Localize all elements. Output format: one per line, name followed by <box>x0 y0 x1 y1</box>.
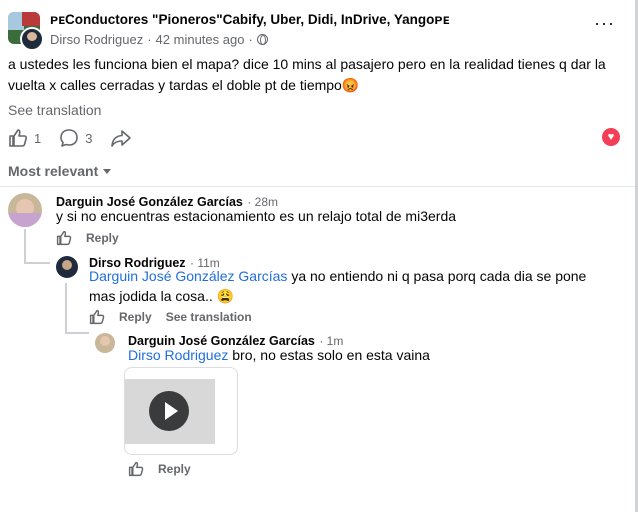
meta-separator: · <box>248 32 253 47</box>
comment-text: Darguin José González Garcías ya no enti… <box>89 266 609 286</box>
like-icon[interactable] <box>89 309 105 325</box>
author-name[interactable]: Dirso Rodriguez <box>50 32 143 47</box>
post-meta: Dirso Rodriguez · 42 minutes ago · <box>50 32 268 47</box>
share-icon <box>111 130 132 147</box>
video-attachment[interactable] <box>124 367 238 455</box>
see-translation-link[interactable]: See translation <box>166 310 252 324</box>
like-button[interactable]: 1 <box>8 128 41 148</box>
comment-button[interactable]: 3 <box>59 128 92 148</box>
mention-link[interactable]: Darguin José González Garcías <box>89 268 287 284</box>
post-text: a ustedes les funciona bien el mapa? dic… <box>8 56 606 93</box>
play-icon[interactable] <box>149 391 189 431</box>
comment-text-line: mas jodida la cosa.. 😩 <box>89 288 235 304</box>
see-translation-link[interactable]: See translation <box>8 102 101 118</box>
reply-button[interactable]: Reply <box>158 462 191 476</box>
thread-line <box>65 283 67 333</box>
like-icon <box>9 129 27 147</box>
reply-button[interactable]: Reply <box>119 310 152 324</box>
commenter-avatar[interactable] <box>8 193 42 227</box>
comment-text-part: ya no entiendo ni q pasa porq cada dia s… <box>287 268 587 284</box>
group-name[interactable]: ᴘᴇConductores "Pioneros"Cabify, Uber, Di… <box>50 12 449 27</box>
chevron-down-icon <box>103 168 112 174</box>
author-avatar[interactable] <box>20 27 44 51</box>
like-icon[interactable] <box>56 230 72 246</box>
comment-actions: Reply See translation <box>89 309 252 325</box>
comment-text: Dirso Rodriguez bro, no estas solo en es… <box>128 345 430 365</box>
more-options-button[interactable]: ··· <box>594 14 615 32</box>
share-button[interactable] <box>110 128 132 148</box>
thread-line <box>24 262 50 264</box>
reply-button[interactable]: Reply <box>86 231 119 245</box>
comment-text: y si no encuentras estacionamiento es un… <box>56 208 457 224</box>
comment-actions: Reply <box>56 230 119 246</box>
commenter-avatar[interactable] <box>56 256 78 278</box>
comment-text-part: bro, no estas solo en esta vaina <box>228 347 430 363</box>
mention-link[interactable]: Dirso Rodriguez <box>128 347 228 363</box>
post-actions: 1 3 <box>8 128 150 148</box>
comment-icon <box>60 129 79 147</box>
sort-label: Most relevant <box>8 163 99 179</box>
video-thumbnail <box>125 379 215 444</box>
comment-count: 3 <box>85 130 93 146</box>
meta-separator: · <box>147 32 152 47</box>
commenter-avatar[interactable] <box>95 333 115 353</box>
sort-dropdown[interactable]: Most relevant <box>8 163 112 179</box>
comment-actions: Reply <box>128 461 191 477</box>
globe-icon <box>256 34 268 45</box>
love-reaction-icon[interactable]: ♥ <box>602 128 620 146</box>
divider <box>0 186 635 187</box>
post-time[interactable]: 42 minutes ago <box>156 32 245 47</box>
thread-line <box>65 332 89 334</box>
thread-line <box>24 229 26 263</box>
like-icon[interactable] <box>128 461 144 477</box>
like-count: 1 <box>34 130 42 146</box>
